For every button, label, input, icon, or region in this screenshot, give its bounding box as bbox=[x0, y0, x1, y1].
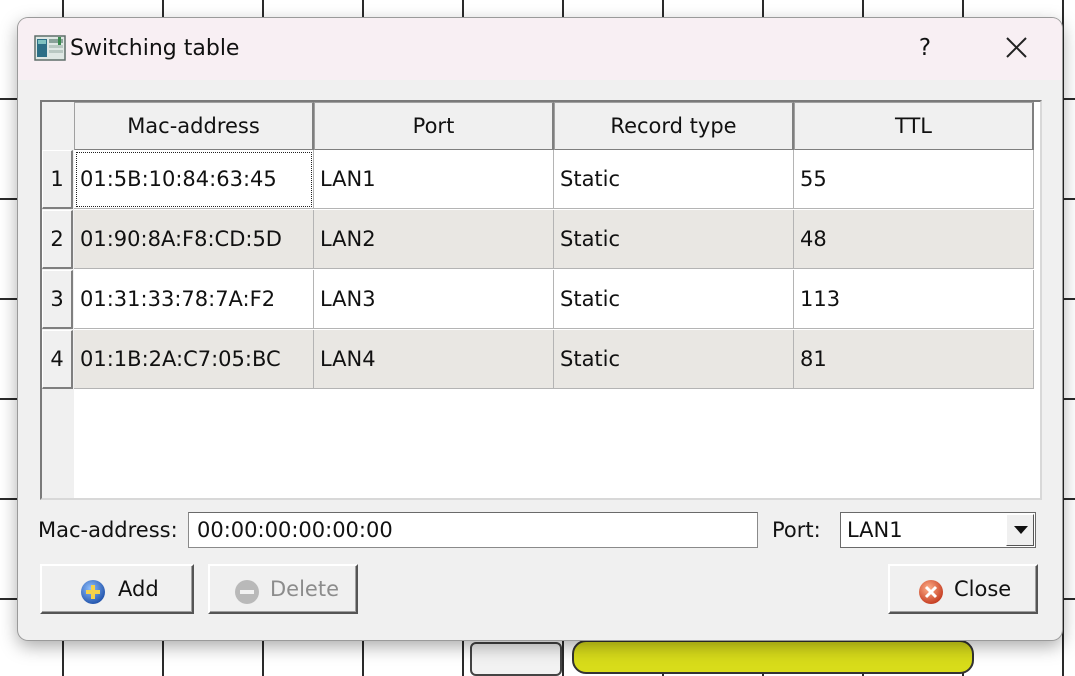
cell-mac[interactable]: 01:90:8A:F8:CD:5D bbox=[74, 210, 314, 269]
switching-table-dialog: Switching table ? Mac-address Port Recor… bbox=[18, 18, 1062, 640]
column-header-port[interactable]: Port bbox=[314, 102, 554, 151]
column-header-mac[interactable]: Mac-address bbox=[74, 102, 314, 151]
row-header[interactable]: 2 bbox=[42, 210, 73, 269]
row-header[interactable]: 4 bbox=[42, 330, 73, 389]
cell-mac[interactable]: 01:5B:10:84:63:45 bbox=[74, 150, 314, 209]
help-button[interactable]: ? bbox=[908, 30, 942, 66]
mac-address-input[interactable] bbox=[188, 512, 758, 548]
row-header[interactable]: 1 bbox=[42, 150, 73, 209]
delete-button-label: Delete bbox=[270, 577, 339, 601]
switching-table-app-icon bbox=[34, 35, 66, 61]
row-header-column: 1 2 3 4 bbox=[42, 150, 74, 498]
row-header[interactable]: 3 bbox=[42, 270, 73, 329]
port-select[interactable]: LAN1 bbox=[840, 512, 1036, 548]
column-header-ttl[interactable]: TTL bbox=[794, 102, 1034, 151]
cell-ttl[interactable]: 55 bbox=[794, 150, 1034, 209]
column-header-record-type[interactable]: Record type bbox=[554, 102, 794, 151]
table-corner[interactable] bbox=[42, 102, 75, 151]
cell-port[interactable]: LAN1 bbox=[314, 150, 554, 209]
cell-port[interactable]: LAN3 bbox=[314, 270, 554, 329]
cell-mac[interactable]: 01:31:33:78:7A:F2 bbox=[74, 270, 314, 329]
port-label: Port: bbox=[772, 518, 821, 542]
plus-circle-icon bbox=[81, 580, 105, 604]
cell-ttl[interactable]: 113 bbox=[794, 270, 1034, 329]
cell-ttl[interactable]: 81 bbox=[794, 330, 1034, 389]
chevron-down-icon bbox=[1014, 526, 1028, 534]
window-title: Switching table bbox=[70, 36, 240, 61]
cell-record-type[interactable]: Static bbox=[554, 330, 794, 389]
port-dropdown-button[interactable] bbox=[1006, 514, 1034, 546]
add-button[interactable]: Add bbox=[40, 564, 194, 614]
add-button-label: Add bbox=[118, 577, 159, 601]
cell-ttl[interactable]: 48 bbox=[794, 210, 1034, 269]
title-bar[interactable]: Switching table ? bbox=[18, 18, 1062, 80]
close-window-icon[interactable] bbox=[998, 30, 1034, 66]
mac-address-label: Mac-address: bbox=[38, 518, 178, 542]
background-widget bbox=[470, 642, 562, 676]
background-widget-yellow bbox=[572, 640, 974, 674]
cell-record-type[interactable]: Static bbox=[554, 270, 794, 329]
cell-mac[interactable]: 01:1B:2A:C7:05:BC bbox=[74, 330, 314, 389]
cell-port[interactable]: LAN4 bbox=[314, 330, 554, 389]
close-button-label: Close bbox=[954, 577, 1012, 601]
close-button[interactable]: Close bbox=[888, 564, 1038, 614]
cell-record-type[interactable]: Static bbox=[554, 210, 794, 269]
port-select-value: LAN1 bbox=[847, 518, 903, 542]
minus-circle-icon bbox=[235, 580, 259, 604]
switching-table[interactable]: Mac-address Port Record type TTL 1 2 3 4… bbox=[40, 100, 1042, 500]
delete-button[interactable]: Delete bbox=[208, 564, 358, 614]
cell-port[interactable]: LAN2 bbox=[314, 210, 554, 269]
x-circle-icon bbox=[919, 580, 943, 604]
cell-record-type[interactable]: Static bbox=[554, 150, 794, 209]
